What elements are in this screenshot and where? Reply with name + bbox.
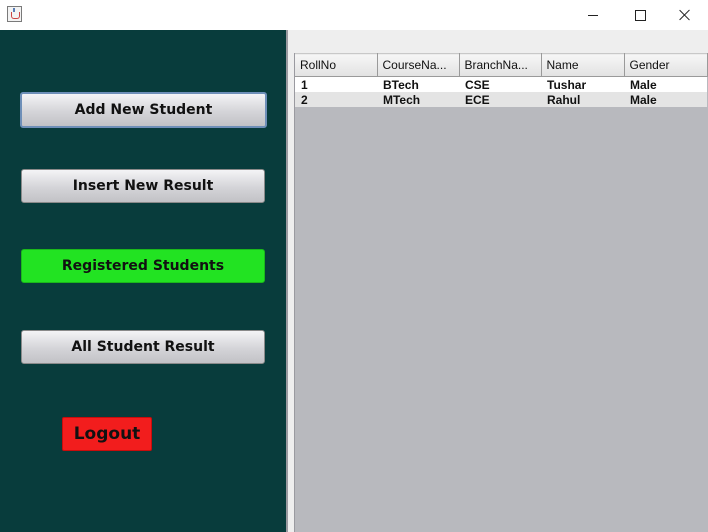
column-header-gender[interactable]: Gender	[624, 53, 708, 77]
cell-rollno[interactable]: 1	[295, 76, 377, 92]
close-button[interactable]	[662, 0, 708, 30]
students-table-viewport[interactable]: RollNo CourseNa... BranchNa... Name Gend…	[294, 53, 708, 532]
all-student-result-button[interactable]: All Student Result	[21, 330, 265, 364]
title-bar	[0, 0, 708, 30]
column-header-coursename[interactable]: CourseNa...	[377, 53, 460, 77]
java-icon[interactable]	[7, 6, 22, 22]
students-table: RollNo CourseNa... BranchNa... Name Gend…	[295, 53, 708, 107]
add-new-student-button[interactable]: Add New Student	[20, 92, 267, 128]
column-header-rollno[interactable]: RollNo	[295, 53, 378, 77]
minimize-button[interactable]	[570, 0, 616, 30]
sidebar: Add New Student Insert New Result Regist…	[0, 30, 286, 532]
maximize-icon	[634, 9, 646, 21]
cell-name[interactable]: Rahul	[541, 92, 624, 107]
cell-branchname[interactable]: CSE	[459, 76, 541, 92]
cell-branchname[interactable]: ECE	[459, 92, 541, 107]
cell-gender[interactable]: Male	[624, 92, 707, 107]
cell-name[interactable]: Tushar	[541, 76, 624, 92]
registered-students-button[interactable]: Registered Students	[21, 249, 265, 283]
cell-rollno[interactable]: 2	[295, 92, 377, 107]
table-row[interactable]: 2 MTech ECE Rahul Male	[295, 92, 707, 107]
insert-new-result-button[interactable]: Insert New Result	[21, 169, 265, 203]
column-header-name[interactable]: Name	[541, 53, 625, 77]
cell-gender[interactable]: Male	[624, 76, 707, 92]
cell-coursename[interactable]: BTech	[377, 76, 459, 92]
close-icon	[679, 9, 691, 21]
cell-coursename[interactable]: MTech	[377, 92, 459, 107]
table-row[interactable]: 1 BTech CSE Tushar Male	[295, 76, 707, 92]
main-panel: RollNo CourseNa... BranchNa... Name Gend…	[288, 30, 708, 532]
minimize-icon	[588, 14, 598, 16]
table-header-row: RollNo CourseNa... BranchNa... Name Gend…	[295, 53, 708, 77]
logout-button[interactable]: Logout	[62, 417, 152, 451]
maximize-button[interactable]	[617, 0, 663, 30]
column-header-branchname[interactable]: BranchNa...	[459, 53, 542, 77]
